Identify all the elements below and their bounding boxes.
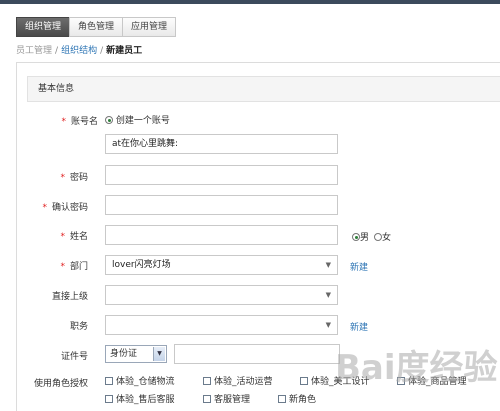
baidu-watermark: Bai度经验 (335, 348, 498, 388)
top-bar (0, 0, 500, 4)
chevron-down-icon: ▼ (153, 347, 165, 361)
role-checkbox[interactable]: 体验_售后客服 (105, 392, 175, 405)
gender-male-radio[interactable]: 男 (352, 230, 369, 243)
name-label: * 姓名 (60, 232, 88, 242)
create-account-radio[interactable]: 创建一个账号 (105, 113, 170, 126)
role-checkbox[interactable]: 客服管理 (203, 392, 250, 405)
new-position-link[interactable]: 新建 (350, 320, 368, 333)
checkbox-icon (105, 395, 113, 403)
confirm-password-label: * 确认密码 (42, 203, 88, 213)
breadcrumb-current: 新建员工 (106, 46, 143, 56)
tab-role-management[interactable]: 角色管理 (69, 17, 124, 37)
breadcrumb-employee-management[interactable]: 员工管理 (16, 46, 52, 56)
checkbox-icon (300, 377, 308, 385)
breadcrumb-separator: / (100, 46, 104, 56)
confirm-password-input[interactable] (105, 195, 338, 215)
role-checkbox[interactable]: 体验_活动运营 (203, 374, 273, 387)
position-select[interactable]: ▼ (105, 315, 338, 335)
gender-female-radio[interactable]: 女 (374, 230, 391, 243)
role-checkbox[interactable]: 新角色 (278, 392, 316, 405)
department-label: * 部门 (60, 262, 88, 272)
panel-title: 基本信息 (27, 76, 500, 102)
tab-org-management[interactable]: 组织管理 (16, 17, 71, 37)
id-type-select[interactable]: 身份证 ▼ (105, 345, 167, 363)
role-checkbox[interactable]: 体验_仓储物流 (105, 374, 175, 387)
tab-bar: 组织管理 角色管理 应用管理 (16, 17, 177, 37)
password-label: * 密码 (60, 173, 88, 183)
tab-app-management[interactable]: 应用管理 (122, 17, 177, 37)
new-department-link[interactable]: 新建 (350, 260, 368, 273)
checkbox-icon (278, 395, 286, 403)
account-input[interactable]: at在你心里跳舞: (105, 134, 338, 154)
checkbox-icon (105, 377, 113, 385)
chevron-down-icon: ▼ (325, 321, 331, 329)
breadcrumb-separator: / (55, 46, 59, 56)
chevron-down-icon: ▼ (325, 261, 331, 269)
password-input[interactable] (105, 165, 338, 185)
checkbox-icon (203, 377, 211, 385)
breadcrumb: 员工管理 / 组织结构 / 新建员工 (16, 43, 142, 56)
supervisor-label: 直接上级 (51, 292, 88, 302)
chevron-down-icon: ▼ (325, 291, 331, 299)
id-number-label: 证件号 (60, 352, 88, 362)
radio-icon (352, 233, 360, 241)
account-label: * 账号名 (61, 117, 98, 127)
radio-icon (105, 116, 113, 124)
roles-label: 使用角色授权 (33, 379, 88, 389)
checkbox-icon (203, 395, 211, 403)
supervisor-select[interactable]: ▼ (105, 285, 338, 305)
radio-icon (374, 233, 382, 241)
position-label: 职务 (69, 322, 88, 332)
department-select[interactable]: lover闪亮灯场 ▼ (105, 255, 338, 275)
breadcrumb-org-structure[interactable]: 组织结构 (61, 46, 97, 56)
id-number-input[interactable] (174, 344, 340, 364)
name-input[interactable] (105, 225, 338, 245)
